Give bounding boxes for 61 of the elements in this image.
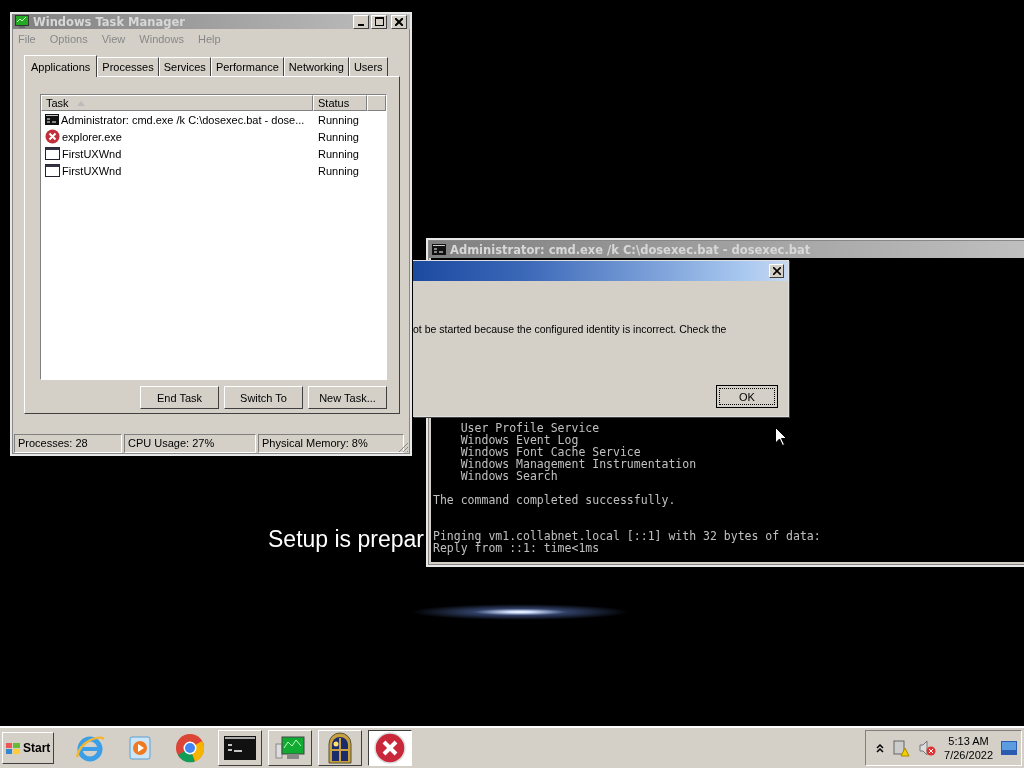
status-cell-text: Running bbox=[317, 113, 360, 126]
cursor-icon bbox=[775, 427, 787, 446]
chevron-up-icon[interactable] bbox=[876, 743, 885, 753]
window-title: Windows Task Manager bbox=[33, 14, 185, 29]
tab[interactable]: Applications bbox=[24, 55, 98, 77]
chrome-icon bbox=[175, 733, 206, 763]
task-cell[interactable]: FirstUXWnd bbox=[41, 164, 314, 177]
setup-text: Setup is prepar bbox=[268, 526, 424, 553]
action-button[interactable]: End Task bbox=[140, 386, 219, 409]
status-field: CPU Usage: 27% bbox=[124, 434, 256, 453]
column-header[interactable]: Status bbox=[313, 95, 367, 111]
console-line: Windows Font Cache Service bbox=[459, 446, 641, 458]
window-icon bbox=[45, 147, 60, 160]
console-line: Reply from ::1: time<1ms bbox=[433, 542, 600, 554]
window-icon bbox=[45, 164, 60, 177]
status-cell-text: Running bbox=[317, 147, 360, 160]
task-cell[interactable]: FirstUXWnd bbox=[41, 147, 314, 160]
task-cell[interactable]: Administrator: cmd.exe /k C:\dosexec.bat - dose... bbox=[41, 113, 314, 126]
task-cell[interactable]: explorer.exe bbox=[41, 129, 314, 144]
close-icon bbox=[772, 267, 781, 275]
console-line: Windows Search bbox=[459, 470, 558, 482]
window-title: Administrator: cmd.exe /k C:\dosexec.bat - dosexec.bat bbox=[450, 242, 811, 257]
action-button[interactable]: New Task... bbox=[308, 386, 387, 409]
windows-logo-icon bbox=[6, 741, 20, 755]
console-line: The command completed successfully. bbox=[433, 494, 676, 506]
status-field: Physical Memory: 8% bbox=[258, 434, 404, 453]
status-cell-text: Running bbox=[317, 130, 360, 143]
console-icon bbox=[224, 736, 257, 760]
resize-grip-icon[interactable] bbox=[397, 441, 409, 453]
taskbar-app[interactable] bbox=[368, 730, 413, 766]
dialog-message: ot be started because the configured identity is incorrect. Check the bbox=[413, 323, 728, 335]
action-button[interactable]: Switch To bbox=[224, 386, 303, 409]
maximize-icon bbox=[374, 17, 384, 26]
console-line: Windows Event Log bbox=[459, 434, 579, 446]
console-line: Pinging vm1.collabnet.local [::1] with 32 bytes of data: bbox=[433, 530, 821, 542]
clock-date[interactable]: 7/26/2022 bbox=[944, 748, 993, 762]
status-cell-text: Running bbox=[317, 164, 360, 177]
tab[interactable]: Users bbox=[348, 57, 388, 76]
console-line: Windows Management Instrumentation bbox=[459, 458, 697, 470]
tab[interactable]: Performance bbox=[210, 57, 284, 76]
console-icon bbox=[432, 244, 446, 255]
ok-button[interactable]: OK bbox=[716, 385, 778, 408]
tab[interactable]: Processes bbox=[97, 57, 159, 76]
sort-arrow-icon bbox=[76, 100, 85, 106]
tab[interactable]: Services bbox=[158, 57, 211, 76]
close-button[interactable] bbox=[769, 264, 784, 278]
night-window-icon bbox=[327, 732, 354, 764]
monitor-icon bbox=[274, 734, 307, 762]
console-line: User Profile Service bbox=[459, 422, 600, 434]
tab[interactable]: Networking bbox=[283, 57, 349, 76]
close-icon bbox=[395, 17, 403, 26]
monitor-icon bbox=[15, 15, 29, 28]
column-header[interactable]: Task bbox=[41, 95, 313, 111]
start-button[interactable]: Start bbox=[2, 732, 55, 764]
minimize-icon bbox=[358, 23, 364, 26]
error-icon bbox=[45, 129, 60, 144]
clock-time[interactable]: 5:13 AM bbox=[948, 734, 989, 748]
status-field: Processes: 28 bbox=[14, 434, 122, 453]
console-icon bbox=[45, 114, 59, 125]
error-icon bbox=[374, 732, 407, 764]
muted-speaker-icon[interactable] bbox=[918, 739, 937, 757]
